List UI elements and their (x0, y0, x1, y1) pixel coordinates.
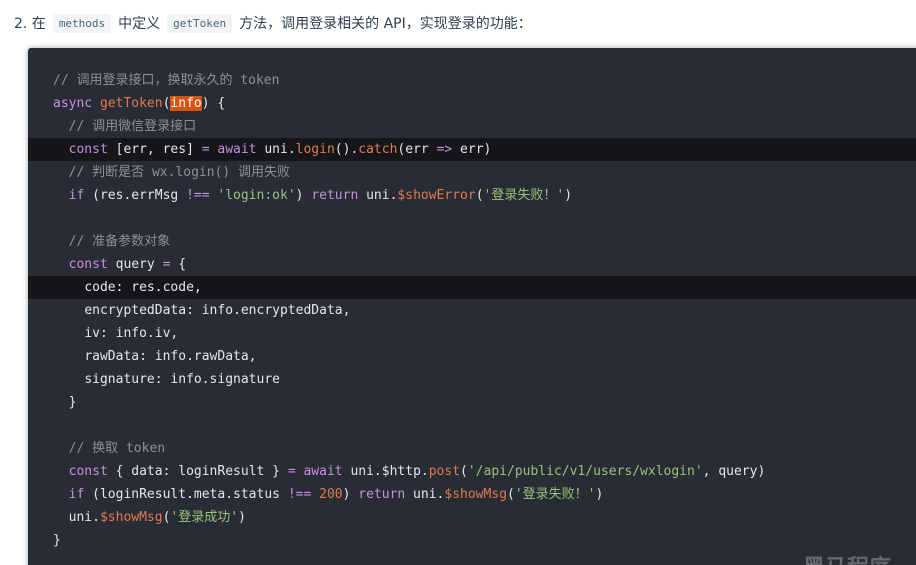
code-line-4-highlighted: const [err, res] = await uni.login().cat… (28, 138, 916, 161)
code-line-17: // 换取 token (68, 441, 166, 456)
code-line-21: } (53, 533, 61, 548)
code-line-15: } (68, 395, 77, 410)
instruction-text: 2. 在 methods 中定义 getToken 方法，调用登录相关的 API… (14, 12, 532, 34)
code-line-6: if (res.errMsg !== 'login:ok') return un… (68, 188, 573, 203)
code-line-3: // 调用微信登录接口 (68, 119, 197, 134)
code-line-10-highlighted: code: res.code, (28, 276, 916, 299)
code-line-11: encryptedData: info.encryptedData, (84, 303, 351, 318)
code-line-12: iv: info.iv, (84, 326, 179, 341)
instruction-prefix: 2. 在 (14, 16, 46, 32)
code-line-1: // 调用登录接口，换取永久的 token (53, 73, 280, 88)
watermark-logo: 黑马程序 (803, 550, 891, 565)
instruction-mid: 中定义 (118, 16, 161, 32)
code-line-20: uni.$showMsg('登录成功') (68, 510, 246, 525)
code-block[interactable]: // 调用登录接口，换取永久的 token async getToken(inf… (28, 48, 916, 565)
inline-code-methods: methods (52, 13, 112, 33)
code-lines: // 调用登录接口，换取永久的 token async getToken(inf… (28, 69, 916, 552)
code-line-16-blank (28, 414, 916, 437)
inline-code-gettoken: getToken (167, 13, 233, 33)
code-line-7-blank (28, 207, 916, 230)
code-line-8: // 准备参数对象 (68, 234, 171, 249)
code-line-9: const query = { (68, 257, 187, 272)
code-line-19: if (loginResult.meta.status !== 200) ret… (68, 487, 604, 502)
code-line-13: rawData: info.rawData, (84, 349, 257, 364)
code-line-18: const { data: loginResult } = await uni.… (68, 464, 766, 479)
code-line-2: async getToken(info) { (53, 96, 226, 111)
code-line-14: signature: info.signature (84, 372, 280, 387)
instruction-suffix: 方法，调用登录相关的 API，实现登录的功能： (239, 16, 532, 32)
code-line-5: // 判断是否 wx.login() 调用失败 (68, 165, 291, 180)
text-cursor-selection: info (170, 96, 202, 111)
